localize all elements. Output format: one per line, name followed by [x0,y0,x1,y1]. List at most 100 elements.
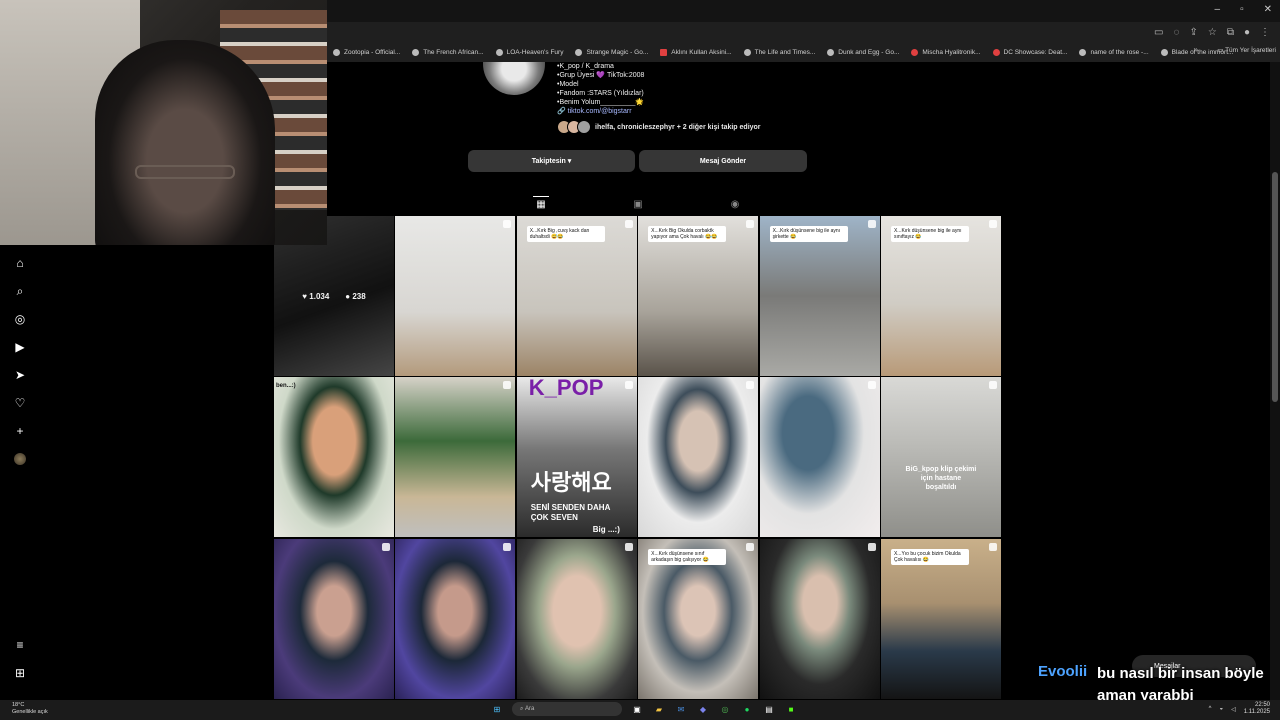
post-tile[interactable]: X...Kırk Big ,cuvş kack dan duhaltsdi 😅😂 [516,216,637,376]
post-tile[interactable] [395,538,516,699]
post-tile[interactable]: X...Kırk düşünsene big ile aynı şirkette… [759,216,880,376]
taskbar-search[interactable]: ⌕ Ara [512,702,622,716]
notifications-heart-icon[interactable]: ♡ [12,395,28,411]
bookmark-item[interactable]: DC Showcase: Deat... [987,48,1074,56]
webcam-overlay [0,0,327,245]
bookmark-item[interactable]: name of the rose -... [1073,48,1154,56]
bookmark-favicon-icon [743,48,751,56]
post-tile[interactable]: X...Kırk düşünsene big ile aynı sınıftay… [880,216,1001,376]
posts-grid: ♥ 1.034 ● 238 X...Kırk Big ,cuvş kack da… [274,216,1001,700]
share-icon[interactable]: ⇪ [1189,27,1197,38]
bookmark-label: Mischa Hyalitronik... [922,48,981,56]
cast-icon[interactable]: ▭ [1154,27,1163,38]
eye-off-icon[interactable]: ◌ [1174,27,1180,38]
kick-icon[interactable]: ■ [784,702,798,716]
threads-apps-icon[interactable]: ⊞ [12,665,28,681]
star-icon[interactable]: ☆ [1208,27,1217,38]
reel-icon [988,381,997,390]
bookmark-item[interactable]: The Life and Times... [738,48,822,56]
bookmark-item[interactable]: Aklını Kullan Aksini... [654,48,737,56]
create-plus-icon[interactable]: + [12,423,28,439]
tray-chevron-icon[interactable]: ^ [1209,706,1212,712]
instagram-sidebar: ⌂ ⌕ ◎ ▶ ➤ ♡ + ≡ ⊞ [0,245,40,700]
post-tile[interactable]: BiG_kpop klip çekimi için hastane boşalt… [880,377,1001,538]
post-tile[interactable] [395,216,516,376]
maximize-button[interactable]: ▫ [1240,4,1244,15]
bio-line: •Grup Üyesi 💜 TikTok:2008 [557,72,645,79]
app-icon[interactable]: ▤ [762,702,776,716]
scrollbar-thumb[interactable] [1272,172,1278,402]
post-tile[interactable]: X...Yıo bu çocuk bizim Okulda Çok havalı… [880,538,1001,699]
clock-date: 1.11.2025 [1243,709,1270,715]
bookmark-item[interactable]: Zootopia - Official... [327,48,406,56]
bookmark-label: LOA-Heaven's Fury [506,48,564,56]
more-menu-icon[interactable]: ≡ [12,637,28,653]
toolbar-icons: ▭ ◌ ⇪ ☆ ⧉ ● ⋮ [1154,27,1270,38]
send-message-button[interactable]: Mesaj Gönder [639,150,807,172]
volume-icon[interactable]: ◁ [1231,706,1236,713]
weather-widget[interactable]: 18°C Genellikle açık [12,702,48,716]
tab-posts[interactable]: ▦ [533,196,549,212]
page-scrollbar[interactable] [1270,62,1280,700]
reel-icon [503,381,512,390]
network-icon[interactable]: ◒ [1220,706,1224,712]
bookmark-item[interactable]: The French African... [406,48,489,56]
extensions-icon[interactable]: ⧉ [1227,27,1234,38]
reels-icon[interactable]: ▶ [12,339,28,355]
post-tile[interactable] [274,538,394,699]
bookmark-favicon-icon [412,48,420,56]
tab-tagged[interactable]: ◉ [727,196,743,212]
reel-icon [988,220,997,228]
mail-icon[interactable]: ✉ [674,702,688,716]
explore-icon[interactable]: ◎ [12,311,28,327]
tab-reels[interactable]: ▣ [630,196,646,212]
system-tray: ^ ◒ ◁ 22:50 1.11.2025 [1209,702,1270,716]
bookmark-favicon-icon [495,48,503,56]
followed-by[interactable]: ihelfa, chronicleszephyr + 2 diğer kişi … [557,120,761,134]
messages-icon[interactable]: ➤ [12,367,28,383]
profile-avatar-icon[interactable] [14,453,26,465]
bookmark-favicon-icon [660,48,668,56]
bookmark-item[interactable]: Dunk and Egg - Go... [821,48,905,56]
weather-desc: Genellikle açık [12,709,48,715]
chrome-icon[interactable]: ◎ [718,702,732,716]
post-tile[interactable]: K_POP 사랑해요 SENİ SENDEN DAHA ÇOK SEVEN Bi… [516,377,637,538]
post-tile[interactable] [759,538,880,699]
post-tile[interactable]: X...Kırk düşünsene sınıf arkadaşın big ç… [638,538,759,699]
close-button[interactable]: ✕ [1264,4,1272,15]
all-bookmarks-button[interactable]: ▭ Tüm Yer İşaretleri [1217,46,1276,54]
post-caption: BiG_kpop klip çekimi için hastane boşalt… [905,466,977,492]
following-button[interactable]: Takiptesin ▾ [468,150,635,172]
task-view-icon[interactable]: ▣ [630,702,644,716]
profile-picture[interactable] [483,62,545,95]
start-windows-icon[interactable]: ⊞ [490,702,504,716]
bookmark-item[interactable]: Mischa Hyalitronik... [905,48,986,56]
post-tile[interactable]: ben...:) [274,377,394,538]
clock[interactable]: 22:50 1.11.2025 [1244,702,1270,716]
teams-icon[interactable]: ◆ [696,702,710,716]
reel-icon [867,220,876,228]
bookmark-item[interactable]: LOA-Heaven's Fury [490,48,570,56]
minimize-button[interactable]: – [1215,4,1221,15]
bookmarks-bar: Zootopia - Official... The French Africa… [327,44,1280,60]
chat-username: Evoolii [1038,663,1088,680]
post-tile[interactable] [759,377,880,538]
bio-link[interactable]: 🔗 tiktok.com/@bigstarr [557,107,644,116]
post-tile[interactable] [516,538,637,699]
bookmark-item[interactable]: Strange Magic - Go... [569,48,654,56]
home-icon[interactable]: ⌂ [12,255,28,271]
profile-icon[interactable]: ● [1244,27,1250,38]
post-tile[interactable]: X...Kırk Big Okulda corbaktk yapıyor ama… [638,216,759,376]
spotify-icon[interactable]: ● [740,702,754,716]
cam-glasses [135,165,235,179]
menu-icon[interactable]: ⋮ [1260,27,1270,38]
post-tile[interactable] [395,377,516,538]
likes-count: ♥ 1.034 [302,291,330,301]
reel-icon [503,542,512,551]
file-explorer-icon[interactable]: ▰ [652,702,666,716]
window-controls: – ▫ ✕ [1215,4,1273,15]
post-tile[interactable] [638,377,759,538]
search-icon[interactable]: ⌕ [12,283,28,299]
bookmarks-overflow-button[interactable]: » [1194,45,1198,54]
bookmark-label: The French African... [423,48,484,56]
